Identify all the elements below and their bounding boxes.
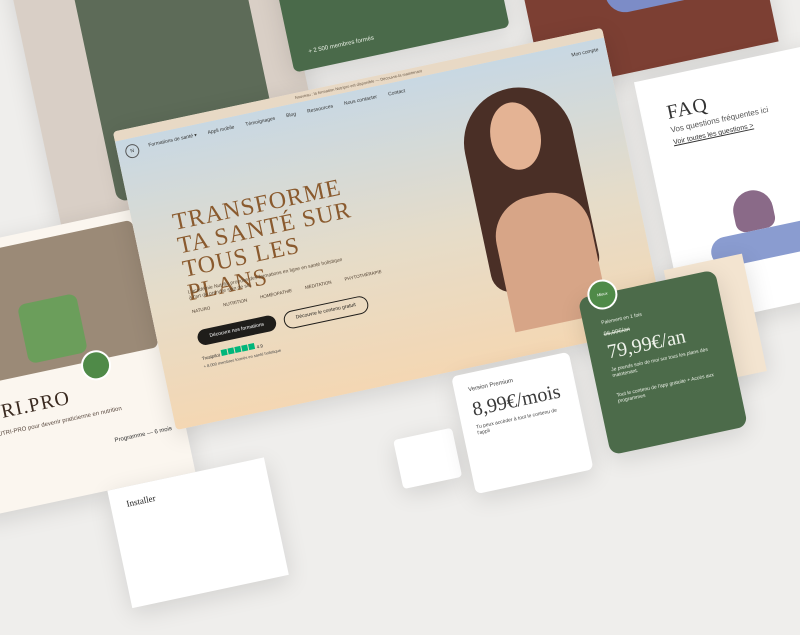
star-icon xyxy=(240,344,248,352)
green-stat-text: + 2 500 membres formés xyxy=(307,35,375,56)
star-icon xyxy=(233,346,242,354)
premium-price-card[interactable]: Version Premium 8,99€/mois Tu peux accéd… xyxy=(451,351,594,495)
collage-stage: + 2 500 membres formés UTRI.PRO ...à la … xyxy=(0,0,800,609)
mini-card xyxy=(393,427,463,490)
star-icon xyxy=(247,343,255,351)
hands-illustration-icon xyxy=(601,0,728,16)
install-title: Installer xyxy=(125,492,157,509)
logo[interactable]: N xyxy=(124,142,141,160)
nav-item-blog[interactable]: Blog xyxy=(286,111,297,119)
star-icon xyxy=(227,347,235,355)
annual-label: Paiement en 1 fois xyxy=(600,311,643,327)
program-link[interactable]: Programme — 6 mois xyxy=(114,426,172,444)
annual-extra: Tout le contenu de l'app gratuite + Accè… xyxy=(616,372,715,405)
account-link[interactable]: Mon compte xyxy=(571,47,599,59)
nav-item-contact[interactable]: Contact xyxy=(388,88,406,97)
smoothie-icon xyxy=(16,292,89,365)
star-icon xyxy=(220,348,228,357)
nav-item-resources[interactable]: Ressources xyxy=(307,103,334,114)
nav-item-app[interactable]: Appli mobile xyxy=(207,124,235,136)
group-photo xyxy=(0,219,159,389)
